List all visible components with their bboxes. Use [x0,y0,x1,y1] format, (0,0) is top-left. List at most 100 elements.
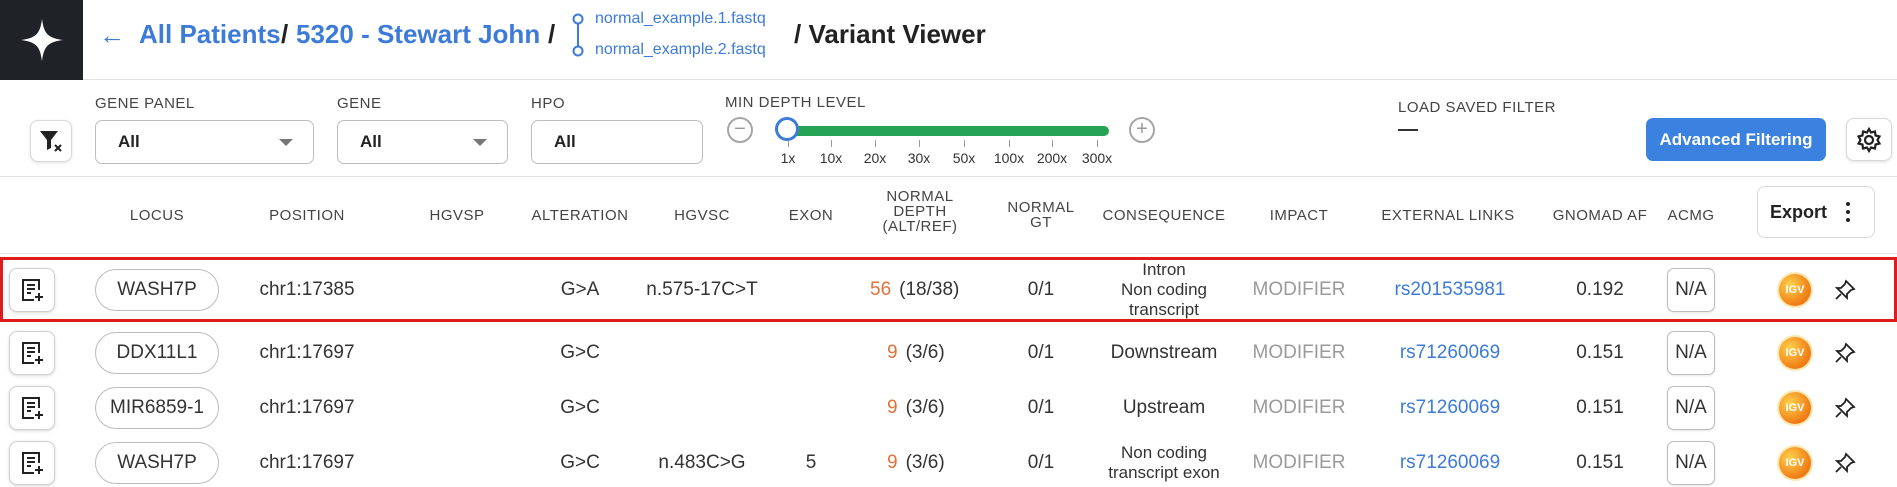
depth-ratio-value: (3/6) [905,396,945,418]
saved-filter-select[interactable] [1398,129,1418,131]
chevron-down-icon [279,139,293,146]
hpo-input[interactable]: All [531,120,703,164]
export-label: Export [1770,201,1828,222]
column-header-exon[interactable]: EXON [789,208,834,223]
add-note-button[interactable] [9,267,55,312]
column-header-normal-depth[interactable]: NORMAL [886,189,953,204]
advanced-filtering-button[interactable]: Advanced Filtering [1646,118,1826,161]
column-header-hgvsp[interactable]: HGVSP [429,208,484,223]
slider-tick-mark [875,140,876,147]
column-header-normal-gt[interactable]: GT [1030,215,1052,230]
column-header-hgvsc[interactable]: HGVSC [674,208,730,223]
column-header-consequence[interactable]: CONSEQUENCE [1102,208,1225,223]
file-tree-icon [572,13,584,57]
minus-circle-icon[interactable]: − [727,117,753,143]
slider-tick-label: 50x [952,150,976,166]
consequence-cell: Upstream [1123,397,1205,419]
column-header-impact[interactable]: IMPACT [1270,208,1329,223]
alteration-cell: G>C [560,396,600,418]
external-link[interactable]: rs71260069 [1400,452,1500,474]
igv-icon[interactable]: IGV [1779,391,1811,424]
column-header-normal-depth[interactable]: (ALT/REF) [882,219,957,234]
consequence-line: transcript exon [1108,462,1220,482]
add-note-button[interactable] [9,440,55,485]
locus-chip[interactable]: WASH7P [95,441,219,484]
locus-chip[interactable]: DDX11L1 [95,331,219,374]
position-cell: chr1:17697 [259,451,355,473]
normal-depth-cell: 9 (3/6) [887,342,945,364]
normal-depth-cell: 9 (3/6) [887,452,945,474]
star-logo-icon[interactable] [0,0,83,80]
filter-clear-button[interactable] [30,120,72,162]
arrow-left-icon[interactable]: ← [99,20,125,51]
column-header-normal-gt[interactable]: NORMAL [1007,200,1074,215]
slider-track[interactable] [787,126,1109,136]
table-row[interactable]: MIR6859-1 chr1:17697 G>C 9 (3/6) 0/1 Upst… [0,380,1897,435]
igv-icon[interactable]: IGV [1779,446,1811,479]
breadcrumb-separator: / [281,19,289,49]
hpo-value: All [554,132,576,151]
gnomad-af-cell: 0.151 [1576,451,1624,473]
pin-icon[interactable] [1834,278,1856,301]
chevron-down-icon [473,139,487,146]
igv-icon[interactable]: IGV [1779,336,1811,369]
breadcrumb-all-patients[interactable]: All Patients [139,19,281,50]
slider-tick-label: 1x [780,150,796,166]
pin-icon[interactable] [1834,396,1856,419]
impact-cell: MODIFIER [1252,396,1346,418]
slider-tick-mark [1009,140,1010,147]
saved-filter-label: LOAD SAVED FILTER [1398,99,1556,116]
external-link[interactable]: rs71260069 [1400,342,1500,364]
breadcrumb-patient[interactable]: 5320 - Stewart John [296,19,540,50]
gene-panel-value: All [118,132,140,151]
add-note-icon [19,395,45,421]
gene-label: GENE [337,95,382,112]
table-row[interactable]: WASH7P chr1:17385 G>A n.575-17C>T 56 (18/… [0,257,1897,322]
depth-ratio-value: (3/6) [905,341,945,363]
add-note-icon [19,450,45,476]
acmg-button[interactable]: N/A [1667,267,1715,312]
consequence-line: Downstream [1110,341,1218,363]
external-link[interactable]: rs201535981 [1395,279,1506,301]
acmg-button[interactable]: N/A [1667,385,1715,430]
column-header-position[interactable]: POSITION [269,208,345,223]
column-header-external-links[interactable]: EXTERNAL LINKS [1381,208,1514,223]
normal-depth-cell: 56 (18/38) [870,279,959,301]
column-header-locus[interactable]: LOCUS [130,208,184,223]
acmg-button[interactable]: N/A [1667,440,1715,485]
column-header-alteration[interactable]: ALTERATION [532,208,629,223]
slider-tick-label: 300x [1081,150,1113,166]
gene-select[interactable]: All [337,120,508,164]
external-link[interactable]: rs71260069 [1400,397,1500,419]
page-title: / Variant Viewer [794,19,986,49]
plus-circle-icon[interactable]: + [1129,117,1155,143]
min-depth-slider: − + 1x 10x 20x 30x 50x 100x 200x 300x [725,117,1155,177]
column-header-gnomad-af[interactable]: GNOMAD AF [1553,208,1648,223]
position-cell: chr1:17385 [259,278,355,300]
column-header-acmg[interactable]: ACMG [1668,208,1715,223]
slider-tick-mark [964,140,965,147]
slider-thumb[interactable] [775,117,799,141]
table-row[interactable]: WASH7P chr1:17697 G>C n.483C>G 5 9 (3/6) … [0,435,1897,487]
normal-gt-cell: 0/1 [1027,341,1055,363]
table-row[interactable]: DDX11L1 chr1:17697 G>C 9 (3/6) 0/1 Downst… [0,325,1897,380]
add-note-button[interactable] [9,330,55,375]
fastq-file-link-2[interactable]: normal_example.2.fastq [595,41,766,59]
locus-chip[interactable]: WASH7P [95,268,219,311]
gene-panel-select[interactable]: All [95,120,314,164]
export-button[interactable]: Export [1757,186,1875,238]
pin-icon[interactable] [1834,341,1856,364]
pin-icon[interactable] [1834,451,1856,474]
add-note-button[interactable] [9,385,55,430]
depth-ratio-value: (3/6) [905,451,945,473]
column-header-normal-depth[interactable]: DEPTH [893,204,946,219]
fastq-file-link-1[interactable]: normal_example.1.fastq [595,10,766,28]
consequence-cell: Non coding transcript exon [1108,443,1220,483]
consequence-line: transcript [1129,299,1199,319]
hgvsc-cell: n.483C>G [658,451,746,473]
settings-button[interactable] [1846,118,1892,161]
acmg-button[interactable]: N/A [1667,330,1715,375]
locus-chip[interactable]: MIR6859-1 [95,386,219,429]
depth-alt-value: 56 [870,278,892,300]
igv-icon[interactable]: IGV [1779,273,1811,306]
